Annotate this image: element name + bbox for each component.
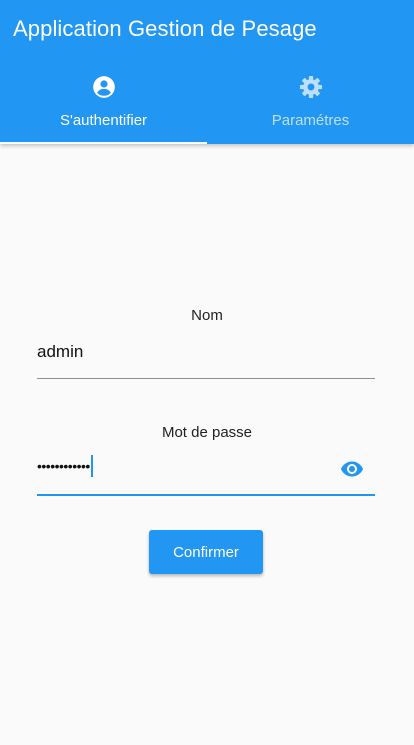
tab-indicator [0,142,207,144]
gear-icon [299,75,322,99]
tab-settings[interactable]: Paramétres [207,60,414,144]
tab-authenticate[interactable]: S'authentifier [0,60,207,144]
text-cursor [90,455,93,477]
name-field-label: Nom [191,307,223,324]
tab-settings-label: Paramétres [271,112,350,129]
password-masked-value: •••••••••••• [37,458,90,474]
app-bar: Application Gestion de Pesage S'authenti… [0,0,414,144]
confirm-button[interactable]: Confirmer [149,530,263,574]
app-title: Application Gestion de Pesage [13,16,317,41]
tab-authenticate-label: S'authentifier [59,112,148,129]
password-input-underline [37,494,375,496]
eye-icon[interactable] [339,457,365,481]
name-input[interactable]: admin [37,342,83,362]
account-circle-icon [92,76,115,98]
name-input-underline [37,378,375,379]
password-input[interactable]: •••••••••••• [37,454,93,478]
password-field-label: Mot de passe [161,424,253,441]
